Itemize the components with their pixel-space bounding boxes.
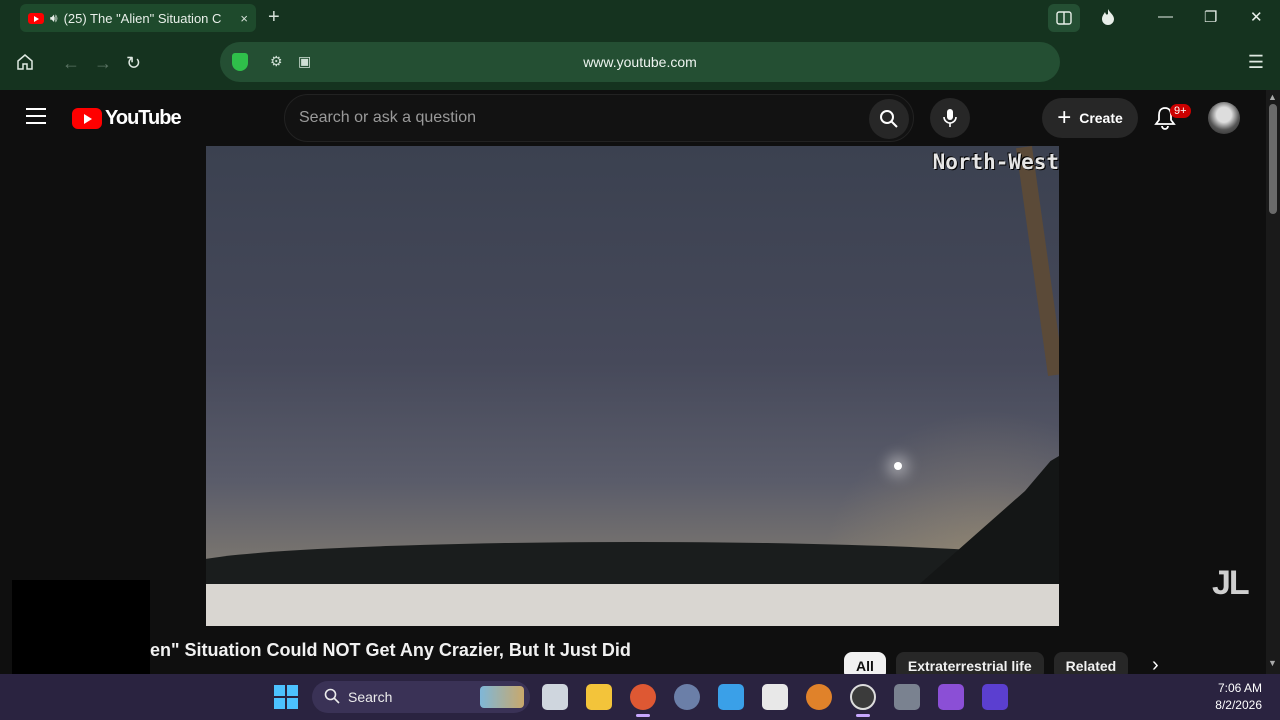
search-icon [324,688,340,704]
clock-time: 7:06 AM [1217,681,1262,695]
flame-icon[interactable] [1100,8,1116,30]
taskbar-search[interactable]: Search [312,681,530,713]
file-explorer-icon[interactable] [586,684,612,710]
wooden-pole [1016,146,1059,376]
voice-search-button[interactable] [930,98,970,138]
notepad-icon[interactable] [718,684,744,710]
windows-taskbar: Search 7:06 AM 8/2/2026 [0,674,1280,720]
browser-nav-bar: ← → ↻ ⚙ ▣ www.youtube.com ☰ [0,36,1280,90]
back-icon[interactable]: ← [62,53,80,74]
start-windows-icon[interactable] [274,685,298,709]
address-bar[interactable]: ⚙ ▣ www.youtube.com [220,42,1060,82]
tab-close-icon[interactable]: × [240,11,248,26]
light-orb [894,462,902,470]
youtube-header: YouTube + Create 9+ [0,90,1266,146]
youtube-wordmark: YouTube [105,107,182,129]
notification-badge: 9+ [1170,104,1191,118]
camera-direction-label: North-West [932,150,1059,174]
channel-watermark[interactable]: JL [1212,564,1250,603]
settings-gear-icon[interactable] [674,684,700,710]
black-overlay-panel [12,580,150,674]
video-title: en" Situation Could NOT Get Any Crazier,… [150,640,631,660]
guide-menu-icon[interactable] [26,108,46,124]
youtube-favicon-icon [28,12,44,24]
page-scrollbar[interactable]: ▲ ▼ [1266,90,1280,674]
active-app-indicator [856,714,870,717]
duckduckgo-browser-icon[interactable] [630,684,656,710]
create-button[interactable]: + Create [1042,98,1138,138]
clock-date: 8/2/2026 [1215,698,1262,712]
new-tab-button[interactable]: + [268,6,280,29]
system-clock[interactable]: 7:06 AM 8/2/2026 [1204,680,1262,714]
youtube-logo[interactable]: YouTube [72,107,182,130]
scroll-down-icon[interactable]: ▼ [1268,658,1277,668]
search-highlight-icon [480,686,524,708]
browser-tab-bar: 🔊︎ (25) The "Alien" Situation C × + — ❐ … [0,0,1280,36]
task-view-icon[interactable] [542,684,568,710]
create-label: Create [1079,110,1123,126]
home-icon[interactable] [16,53,34,76]
video-player[interactable]: North-West [206,146,1059,626]
microphone-icon [943,109,957,127]
minimize-button[interactable]: — [1158,8,1173,25]
calculator-icon[interactable] [894,684,920,710]
tab-title: (25) The "Alien" Situation C [63,10,222,26]
account-avatar[interactable] [1208,102,1240,134]
scrollbar-thumb[interactable] [1269,104,1277,214]
scroll-up-icon[interactable]: ▲ [1268,92,1277,102]
close-window-button[interactable]: ✕ [1250,8,1263,26]
restore-button[interactable]: ❐ [1204,8,1217,26]
sidebar-toggle-icon[interactable] [1048,4,1080,32]
snow-ground [206,584,1059,626]
active-app-indicator [636,714,650,717]
browser-menu-icon[interactable]: ☰ [1248,52,1264,73]
paint-icon[interactable] [762,684,788,710]
search-input[interactable] [299,95,859,141]
url-text: www.youtube.com [583,54,697,70]
notes-app-icon[interactable] [982,684,1008,710]
fl-studio-icon[interactable] [806,684,832,710]
search-icon [880,110,898,128]
reload-icon[interactable]: ↻ [126,53,141,74]
youtube-play-icon [72,108,102,129]
audio-playing-icon[interactable]: 🔊︎ [50,11,58,26]
clipchamp-icon[interactable] [938,684,964,710]
search-box [284,94,914,142]
obs-studio-icon[interactable] [850,684,876,710]
search-button[interactable] [869,99,909,139]
browser-tab-youtube[interactable]: 🔊︎ (25) The "Alien" Situation C × [20,4,256,32]
plus-icon: + [1057,104,1072,131]
forward-icon[interactable]: → [94,53,112,74]
taskbar-search-label: Search [348,689,393,705]
